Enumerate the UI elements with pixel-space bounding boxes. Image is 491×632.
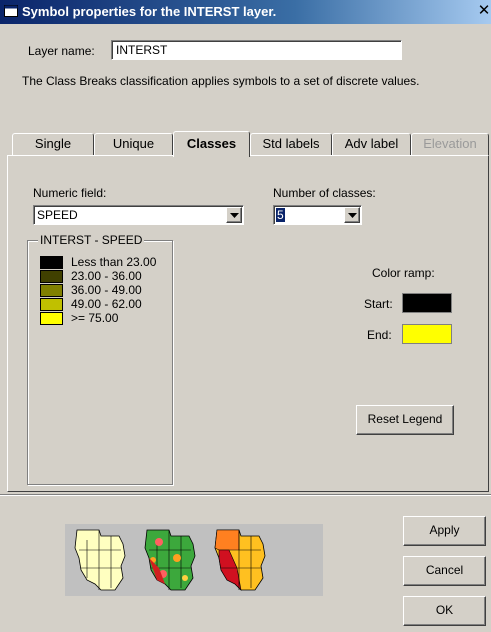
class-breaks-map-icon xyxy=(214,529,266,591)
layer-name-value: INTERST xyxy=(116,43,168,57)
cancel-button[interactable]: Cancel xyxy=(403,556,486,586)
legend-swatch[interactable] xyxy=(40,256,63,269)
number-of-classes-label: Number of classes: xyxy=(273,186,376,200)
legend-swatch[interactable] xyxy=(40,312,63,325)
numeric-field-label: Numeric field: xyxy=(33,186,107,200)
tab-classes[interactable]: Classes xyxy=(173,131,250,157)
chevron-down-icon xyxy=(348,213,357,218)
unique-values-map-icon xyxy=(144,529,196,591)
tab-label: Classes xyxy=(186,136,237,151)
close-icon[interactable]: ✕ xyxy=(475,2,491,20)
tab-single[interactable]: Single xyxy=(12,133,94,155)
title-bar: Symbol properties for the INTERST layer.… xyxy=(0,0,491,24)
numeric-field-value: SPEED xyxy=(37,208,78,222)
legend-label: >= 75.00 xyxy=(71,311,119,325)
single-symbol-map-icon xyxy=(74,529,126,591)
color-ramp-label: Color ramp: xyxy=(372,266,435,280)
start-color-label: Start: xyxy=(364,297,393,311)
tab-label: Unique xyxy=(112,136,155,151)
cancel-label: Cancel xyxy=(425,563,464,577)
reset-legend-label: Reset Legend xyxy=(367,412,443,426)
legend-swatch[interactable] xyxy=(40,284,63,297)
ok-button[interactable]: OK xyxy=(403,596,486,626)
legend-swatch[interactable] xyxy=(40,298,63,311)
tab-label: Adv label xyxy=(344,136,399,151)
tab-std-labels[interactable]: Std labels xyxy=(250,133,332,155)
tab-adv-label[interactable]: Adv label xyxy=(332,133,411,155)
window-title: Symbol properties for the INTERST layer. xyxy=(22,4,277,19)
legend-label: 49.00 - 62.00 xyxy=(71,297,142,311)
end-color-label: End: xyxy=(367,328,392,342)
number-of-classes-value: 5 xyxy=(276,208,285,222)
chevron-down-icon xyxy=(230,213,239,218)
legend-label: 36.00 - 49.00 xyxy=(71,283,142,297)
tab-unique[interactable]: Unique xyxy=(94,133,173,155)
app-window-icon xyxy=(4,5,18,17)
tab-label: Single xyxy=(34,136,72,151)
legend-label: Less than 23.00 xyxy=(71,255,157,269)
number-of-classes-select[interactable]: 5 xyxy=(273,205,362,225)
legend-title: INTERST - SPEED xyxy=(38,233,145,247)
start-color-swatch[interactable] xyxy=(402,293,452,313)
classification-preview xyxy=(65,524,323,596)
numeric-field-select[interactable]: SPEED xyxy=(33,205,244,225)
divider xyxy=(0,494,491,496)
tab-elevation: Elevation xyxy=(411,133,489,155)
apply-label: Apply xyxy=(429,523,460,537)
legend-swatch[interactable] xyxy=(40,270,63,283)
layer-name-input[interactable]: INTERST xyxy=(111,40,402,60)
classification-description: The Class Breaks classification applies … xyxy=(22,74,420,88)
numeric-field-dropdown-button[interactable] xyxy=(226,207,242,223)
tab-label: Std labels xyxy=(262,136,320,151)
end-color-swatch[interactable] xyxy=(402,324,452,344)
legend-label: 23.00 - 36.00 xyxy=(71,269,142,283)
number-of-classes-dropdown-button[interactable] xyxy=(344,207,360,223)
apply-button[interactable]: Apply xyxy=(403,516,486,546)
tab-label: Elevation xyxy=(423,136,477,151)
layer-name-label: Layer name: xyxy=(28,44,95,58)
ok-label: OK xyxy=(435,603,454,617)
reset-legend-button[interactable]: Reset Legend xyxy=(356,405,454,435)
